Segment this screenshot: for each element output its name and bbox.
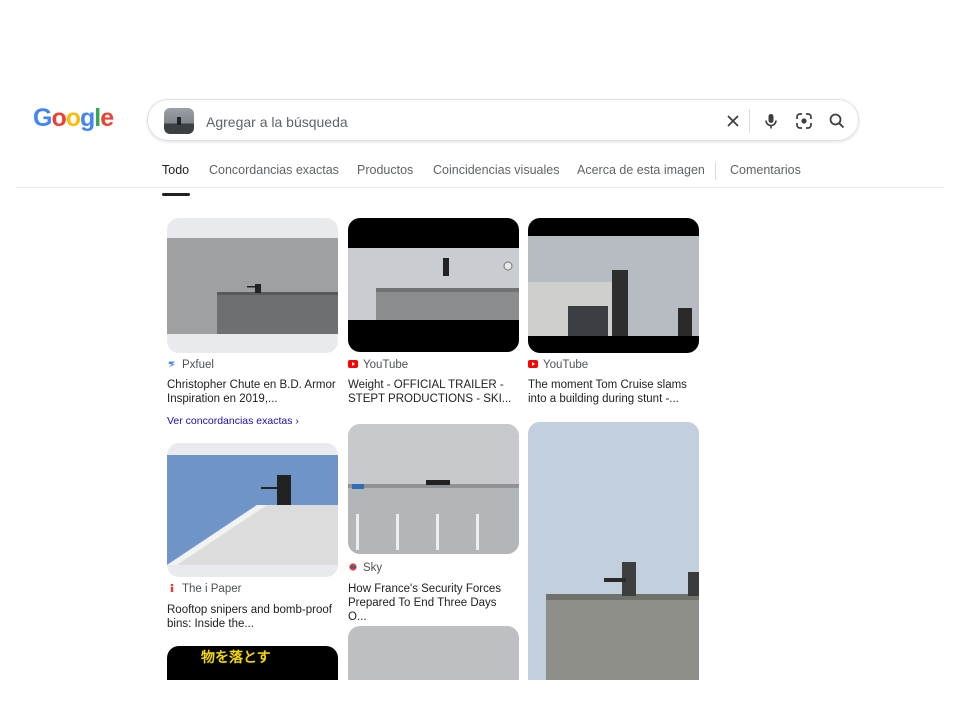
logo-letter: g	[80, 104, 95, 132]
microphone-icon[interactable]	[761, 111, 781, 131]
source-name: YouTube	[363, 359, 409, 371]
result-thumbnail[interactable]	[348, 626, 519, 680]
tab-coincidencias-visuales[interactable]: Coincidencias visuales	[433, 163, 559, 177]
source-name: The i Paper	[182, 583, 242, 595]
youtube-icon	[348, 360, 358, 368]
result-source: YouTube	[348, 359, 408, 371]
tab-acerca-de-esta-imagen[interactable]: Acerca de esta imagen	[577, 163, 705, 177]
query-image-thumbnail[interactable]	[164, 108, 194, 134]
logo-letter: o	[51, 104, 66, 132]
sky-icon	[349, 563, 357, 571]
result-thumbnail[interactable]	[528, 422, 699, 680]
tab-separator	[715, 162, 716, 180]
youtube-icon	[528, 360, 538, 368]
result-thumbnail[interactable]	[348, 424, 519, 554]
source-name: Sky	[363, 562, 383, 574]
logo-letter: o	[65, 104, 81, 132]
search-icon[interactable]	[827, 111, 847, 131]
result-title[interactable]: The moment Tom Cruise slams into a build…	[528, 378, 698, 406]
search-divider	[749, 109, 750, 133]
tab-concordancias-exactas[interactable]: Concordancias exactas	[209, 163, 339, 177]
tab-todo[interactable]: Todo	[162, 163, 189, 177]
tab-comentarios[interactable]: Comentarios	[730, 163, 801, 177]
result-title[interactable]: Rooftop snipers and bomb-proof bins: Ins…	[167, 603, 337, 631]
result-source: Pxfuel	[167, 359, 214, 371]
result-source: Sky	[348, 562, 382, 574]
search-box[interactable]	[147, 99, 859, 141]
active-tab-indicator	[162, 193, 190, 196]
tab-productos[interactable]: Productos	[357, 163, 413, 177]
result-thumbnail[interactable]	[167, 218, 338, 353]
search-input[interactable]	[204, 111, 588, 133]
result-thumbnail[interactable]: 物を落とす	[167, 646, 338, 680]
result-thumbnail[interactable]	[528, 218, 699, 353]
result-title[interactable]: Weight - OFFICIAL TRAILER - STEPT PRODUC…	[348, 378, 518, 406]
result-thumbnail[interactable]	[348, 218, 519, 352]
logo-letter: G	[33, 104, 52, 132]
logo-letter: e	[100, 104, 114, 132]
source-name: YouTube	[543, 359, 589, 371]
result-source: YouTube	[528, 359, 588, 371]
pxfuel-icon	[168, 361, 176, 368]
result-thumbnail[interactable]	[167, 443, 338, 577]
google-logo[interactable]: Google	[33, 104, 114, 133]
result-title[interactable]: How France's Security Forces Prepared To…	[348, 582, 518, 624]
source-name: Pxfuel	[182, 359, 214, 371]
the-i-paper-icon	[170, 584, 174, 592]
clear-icon[interactable]	[723, 111, 743, 131]
result-source: The i Paper	[167, 583, 241, 595]
result-title[interactable]: Christopher Chute en B.D. Armor Inspirat…	[167, 378, 337, 406]
exact-matches-link[interactable]: Ver concordancias exactas ›	[167, 415, 299, 427]
thumbnail-caption: 物を落とす	[201, 650, 271, 666]
exact-matches-label: Ver concordancias exactas ›	[167, 415, 299, 427]
lens-icon[interactable]	[794, 111, 814, 131]
header-divider	[16, 187, 944, 188]
